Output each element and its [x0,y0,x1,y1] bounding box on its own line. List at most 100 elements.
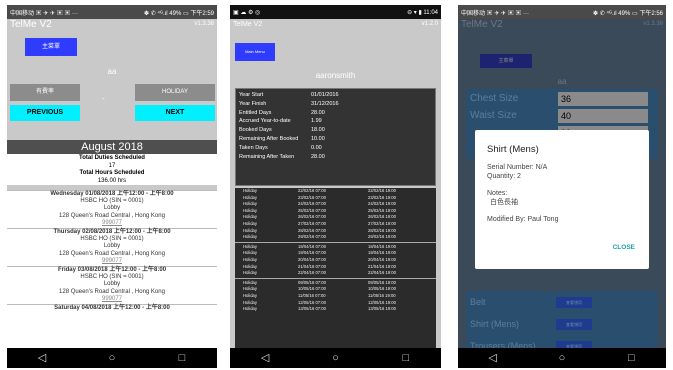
summary-label: Remaining After Taken [239,153,295,160]
holiday-record-row[interactable]: Holiday 29/02/16 07:00 29/02/16 19:00 [235,234,436,241]
group-divider [235,241,436,243]
duty-entry-code[interactable]: 999077 [7,258,217,265]
record-start: 13/05/16 07:00 [298,306,326,312]
home-icon[interactable]: ○ [547,348,577,368]
holiday-record-row[interactable]: Holiday 28/02/16 07:00 28/02/16 19:00 [235,228,436,235]
username-label: aaronsmith [315,71,356,80]
holiday-record-row[interactable]: Holiday 22/04/16 07:00 22/04/16 19:00 [235,270,436,277]
holiday-record-row[interactable]: Holiday 10/05/16 07:00 10/05/16 19:00 [235,286,436,293]
record-start: 29/02/16 07:00 [298,234,326,240]
record-type: Holiday [243,306,257,312]
record-end: 11/05/16 19:00 [368,292,396,298]
next-button[interactable]: NEXT [135,105,215,121]
record-type: Holiday [243,220,257,226]
recents-icon[interactable]: □ [616,348,646,368]
record-end: 18/04/16 19:00 [368,243,396,249]
holiday-record-row[interactable]: Holiday 20/04/16 07:00 20/04/16 19:00 [235,257,436,264]
summary-value: 0.00 [311,144,322,151]
dialog-close-button[interactable]: CLOSE [613,244,635,251]
status-bar: 中国移动 ▣ ✈ ✈ ▣ ▣ ··· ✽ ✆ ⁴ᴳ.ıl 49% ▭ 下午2:5… [458,5,666,19]
uniform-item-label: Shirt (Mens) [470,319,520,329]
holiday-record-row[interactable]: Holiday 12/05/16 07:00 12/05/16 19:00 [235,300,436,307]
duty-entry[interactable]: Thursday 02/08/2018 上午12:00 - 上午8:00 HSBC… [7,228,217,266]
duty-entry-org: HSBC HO (SIN = 0001) [80,236,144,243]
holiday-records-list[interactable]: Holiday 22/02/16 07:00 22/02/16 19:00 Holid… [235,188,436,350]
holiday-record-row[interactable]: Holiday 23/02/16 07:00 23/02/16 19:00 [235,195,436,202]
duty-entry-code[interactable]: 999077 [7,220,217,227]
back-icon[interactable]: ◁ [250,348,280,368]
record-type: Holiday [243,256,257,262]
status-left: 中国移动 ▣ ✈ ✈ ▣ ▣ ··· [10,10,79,17]
summary-row: Remaining After Taken 28.00 [239,153,432,162]
home-icon[interactable]: ○ [97,348,127,368]
holiday-record-row[interactable]: Holiday 21/04/16 07:00 21/04/16 19:00 [235,264,436,271]
measurement-row: Waist Size 40 [466,108,658,123]
summary-row: Remaining After Booked 10.00 [239,135,432,144]
duty-list[interactable]: Wednesday 01/08/2018 上午12:00 - 上午8:00 HSB… [7,190,217,350]
record-start: 22/02/16 07:00 [298,188,326,193]
holiday-record-row[interactable]: Holiday 27/02/16 07:00 27/02/16 19:00 [235,221,436,228]
view-issue-button[interactable]: 查看領用 [556,296,592,308]
holiday-record-row[interactable]: Holiday 18/04/16 07:00 18/04/16 19:00 [235,244,436,251]
holiday-record-row[interactable]: Holiday 26/02/16 07:00 26/02/16 19:00 [235,214,436,221]
measurement-value[interactable]: 40 [558,108,648,123]
record-end: 23/02/16 19:00 [368,194,396,200]
duty-entry-code[interactable]: 999077 [7,296,217,303]
record-type: Holiday [243,194,257,200]
app-title: TelMe V2 [10,19,52,30]
record-start: 12/05/16 07:00 [298,299,326,305]
duty-entry-title: Thursday 02/08/2018 上午12:00 - 上午8:00 [53,229,171,236]
recents-icon[interactable]: □ [391,348,421,368]
holiday-record-row[interactable]: Holiday 24/02/16 07:00 24/02/16 19:00 [235,201,436,208]
screenshot-collage: 中国移动 ▣ ✈ ✈ ▣ ▣ ··· ✽ ✆ ⁴ᴳ.ıl 49% ▭ 下午2:5… [0,0,673,370]
previous-button[interactable]: PREVIOUS [10,105,80,121]
view-issue-button[interactable]: 查看領用 [556,318,592,330]
record-end: 22/02/16 19:00 [368,188,396,193]
duty-entry[interactable]: Friday 03/08/2018 上午12:00 - 上午8:00 HSBC H… [7,266,217,304]
holiday-record-row[interactable]: Holiday 22/02/16 07:00 22/02/16 19:00 [235,188,436,195]
home-icon[interactable]: ○ [320,348,350,368]
holiday-record-row[interactable]: Holiday 09/05/16 07:00 09/05/16 19:00 [235,280,436,287]
holiday-record-row[interactable]: Holiday 25/02/16 07:00 25/02/16 19:00 [235,208,436,215]
recents-icon[interactable]: □ [167,348,197,368]
main-menu-button[interactable]: Main Menu [235,43,275,61]
main-menu-button[interactable]: 主菜單 [480,54,532,68]
duty-entry[interactable]: Saturday 04/08/2018 上午12:00 - 上午8:00 [7,304,217,313]
summary-label: Year Finish [239,100,267,107]
record-start: 23/02/16 07:00 [298,194,326,200]
measurement-value[interactable]: 36 [558,91,648,106]
summary-value: 01/01/2016 [311,92,339,98]
status-left: 中国移动 ▣ ✈ ✈ ▣ ▣ ··· [461,10,530,17]
uniform-item-row: Shirt (Mens) 查看領用 [466,313,658,335]
record-type: Holiday [243,188,257,193]
app-title: TelMe V2 [461,19,503,30]
back-icon[interactable]: ◁ [478,348,508,368]
back-icon[interactable]: ◁ [27,348,57,368]
dialog-modified-by: Modified By: Paul Tong [487,216,559,223]
summary-label: Year Start [239,92,264,98]
holiday-record-row[interactable]: Holiday 19/04/16 07:00 19/04/16 19:00 [235,250,436,257]
summary-row: Accrued Year-to-date 1.99 [239,117,432,126]
main-menu-button[interactable]: 主菜單 [25,38,77,56]
month-header: August 2018 [7,140,217,154]
android-nav-bar: ◁ ○ □ [458,348,666,368]
record-type: Holiday [243,234,257,240]
app-title: TelMe V2 [233,21,263,28]
record-start: 18/04/16 07:00 [298,243,326,249]
measurement-row: Chest Size 36 [466,91,658,106]
app-version: v1.3.38 [194,21,214,27]
record-end: 26/02/16 19:00 [368,214,396,220]
status-bar: 中国移动 ▣ ✈ ✈ ▣ ▣ ··· ✽ ✆ ⁴ᴳ.ıl 49% ▭ 下午2:5… [7,5,217,19]
record-end: 21/04/16 19:00 [368,263,396,269]
duty-entry-address: 128 Queen's Road Central , Hong Kong [59,288,165,295]
holiday-button[interactable]: HOLIDAY [135,84,215,101]
holiday-record-row[interactable]: Holiday 13/05/16 07:00 13/05/16 19:00 [235,306,436,313]
duty-entry[interactable]: Wednesday 01/08/2018 上午12:00 - 上午8:00 HSB… [7,190,217,228]
paid-rate-button[interactable]: 有費率 [10,84,80,101]
uniform-item-row: Belt 查看領用 [466,291,658,313]
uniform-item-label: Belt [470,297,486,307]
separator-dash: - [102,94,105,103]
holiday-record-row[interactable]: Holiday 11/05/16 07:00 11/05/16 19:00 [235,293,436,300]
total-hours-label: Total Hours Scheduled [79,170,145,176]
total-hours-value: 136.00 hrs [97,177,127,184]
